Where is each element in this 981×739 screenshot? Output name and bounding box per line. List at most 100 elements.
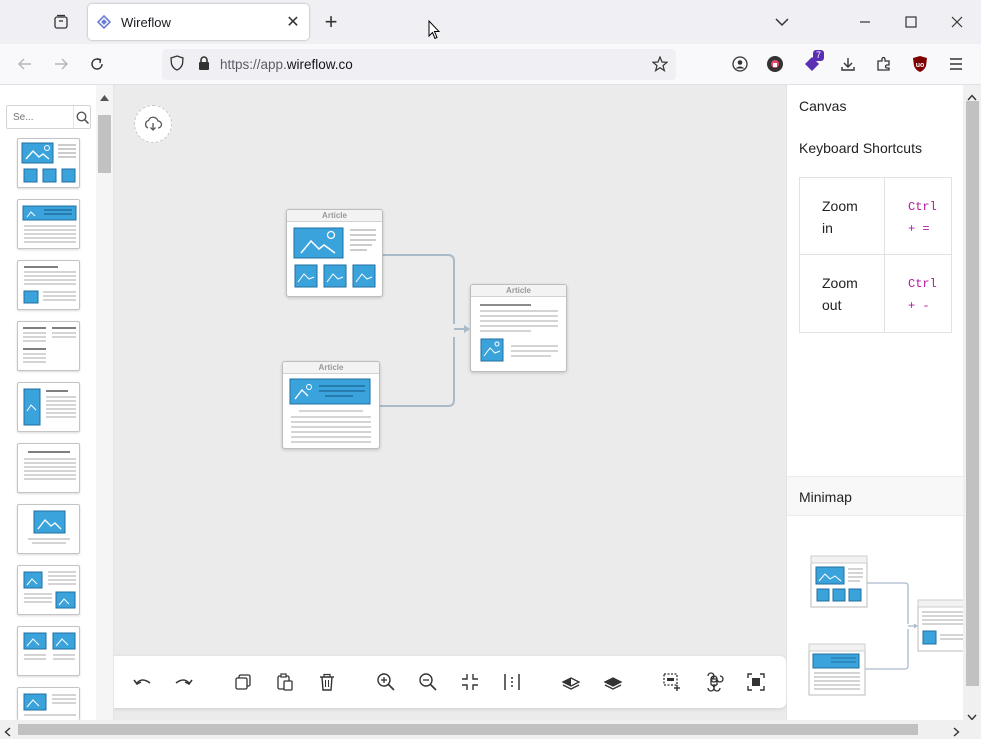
list-all-tabs-icon[interactable] xyxy=(766,6,798,38)
bookmark-star-icon[interactable] xyxy=(651,55,669,75)
undo-icon xyxy=(133,679,151,685)
maximize-icon[interactable] xyxy=(895,6,927,38)
shortcut-keys: Ctrl + - xyxy=(908,277,937,313)
close-window-icon[interactable] xyxy=(941,6,973,38)
node-preview xyxy=(480,304,558,362)
scroll-right-arrow-icon[interactable] xyxy=(953,725,960,739)
component-thumbnail[interactable] xyxy=(17,443,80,493)
node-title: Article xyxy=(283,362,379,374)
minimap-title: Minimap xyxy=(799,489,852,505)
component-thumbnail[interactable] xyxy=(17,565,80,615)
shortcuts-table: Zoom in Ctrl + = Zoom out Ctrl + - xyxy=(799,177,952,333)
delete-button[interactable] xyxy=(315,670,339,694)
back-icon[interactable] xyxy=(9,48,41,80)
keyboard-shortcuts-button[interactable] xyxy=(702,670,726,694)
component-thumbnail[interactable] xyxy=(17,138,80,188)
component-thumbnail[interactable] xyxy=(17,321,80,371)
ublock-origin-icon[interactable]: uo xyxy=(904,48,936,80)
node-title: Article xyxy=(287,210,382,222)
component-thumbnail[interactable] xyxy=(17,626,80,676)
redo-button[interactable] xyxy=(172,670,196,694)
flow-node-article[interactable]: Article xyxy=(286,209,383,297)
wireflow-favicon-icon xyxy=(96,14,112,30)
scroll-left-arrow-icon[interactable] xyxy=(4,725,11,739)
components-scrollbar[interactable] xyxy=(96,85,113,720)
page-vertical-scrollbar[interactable] xyxy=(963,85,981,721)
scroll-up-arrow-icon[interactable] xyxy=(100,89,109,104)
page-horizontal-scrollbar[interactable] xyxy=(0,720,981,739)
navigation-bar: https://app.wireflow.co 7 uo xyxy=(0,44,981,85)
page-horizontal-scroll-thumb[interactable] xyxy=(18,724,918,735)
url-bar[interactable]: https://app.wireflow.co xyxy=(162,49,676,80)
node-preview xyxy=(293,227,376,288)
shortcut-keys: Ctrl + = xyxy=(908,200,937,236)
zoom-in-icon xyxy=(377,673,395,691)
tab-list-icon[interactable] xyxy=(45,6,77,38)
zoom-out-button[interactable] xyxy=(416,670,440,694)
minimize-icon[interactable] xyxy=(849,6,881,38)
component-thumbnail[interactable] xyxy=(17,260,80,310)
fit-view-icon xyxy=(462,674,478,690)
shortcut-label: Zoom in xyxy=(822,198,858,236)
extension-diamond-icon[interactable]: 7 xyxy=(796,48,828,80)
new-tab-icon[interactable]: + xyxy=(315,6,347,38)
component-thumbnail[interactable] xyxy=(17,687,80,720)
reload-icon[interactable] xyxy=(81,48,113,80)
properties-panel: Canvas Keyboard Shortcuts Zoom in Ctrl + =… xyxy=(786,85,964,720)
password-manager-extension-icon[interactable] xyxy=(759,48,791,80)
component-search[interactable] xyxy=(6,105,91,129)
page-vertical-scroll-thumb[interactable] xyxy=(966,101,979,686)
url-text[interactable]: https://app.wireflow.co xyxy=(220,57,353,72)
keyboard-shortcuts-title: Keyboard Shortcuts xyxy=(799,140,922,156)
canvas-toolbar xyxy=(114,656,786,708)
tab-close-icon[interactable]: ✕ xyxy=(285,12,301,32)
browser-tab[interactable]: Wireflow ✕ xyxy=(88,4,309,40)
command-key-icon xyxy=(707,672,724,692)
send-backward-button[interactable] xyxy=(559,670,583,694)
tracking-protection-shield-icon[interactable] xyxy=(170,55,184,74)
canvas-area[interactable]: Article Article Article xyxy=(114,85,786,720)
flow-node-article[interactable]: Article xyxy=(470,284,567,372)
svg-text:uo: uo xyxy=(916,62,925,69)
minimap-header: Minimap xyxy=(787,476,964,516)
shortcut-row-zoom-out: Zoom out Ctrl + - xyxy=(800,255,951,332)
lock-icon[interactable] xyxy=(198,55,210,74)
component-thumbnail[interactable] xyxy=(17,199,80,249)
node-preview xyxy=(289,378,371,443)
components-scroll-thumb[interactable] xyxy=(98,115,111,173)
paste-icon xyxy=(277,673,293,691)
component-thumbnail[interactable] xyxy=(17,504,80,554)
fit-to-screen-button[interactable] xyxy=(458,670,482,694)
forward-icon[interactable] xyxy=(45,48,77,80)
tab-title: Wireflow xyxy=(121,14,171,30)
paste-button[interactable] xyxy=(273,670,297,694)
selection-icon xyxy=(747,673,765,691)
component-thumbnail[interactable] xyxy=(17,382,80,432)
zoom-in-button[interactable] xyxy=(374,670,398,694)
add-section-button[interactable] xyxy=(660,670,684,694)
search-icon[interactable] xyxy=(73,106,90,128)
extensions-puzzle-icon[interactable] xyxy=(868,48,900,80)
bring-forward-button[interactable] xyxy=(601,670,625,694)
undo-button[interactable] xyxy=(130,670,154,694)
extension-badge: 7 xyxy=(813,50,825,61)
component-search-input[interactable] xyxy=(13,111,73,123)
duplicate-button[interactable] xyxy=(231,670,255,694)
copy-icon xyxy=(235,674,251,690)
select-area-button[interactable] xyxy=(744,670,768,694)
flow-node-article[interactable]: Article xyxy=(282,361,380,449)
minimap-preview xyxy=(808,555,964,696)
flow-connectors xyxy=(380,254,470,407)
canvas-section-title: Canvas xyxy=(799,98,847,114)
minimap[interactable] xyxy=(787,516,964,720)
layers-front-icon xyxy=(603,677,623,690)
zoom-out-icon xyxy=(419,673,437,691)
components-panel xyxy=(0,85,114,720)
account-icon[interactable] xyxy=(724,48,756,80)
shortcut-label: Zoom out xyxy=(822,275,858,313)
node-title: Article xyxy=(471,285,566,297)
downloads-icon[interactable] xyxy=(832,48,864,80)
app-menu-icon[interactable] xyxy=(940,48,972,80)
align-center-button[interactable] xyxy=(500,670,524,694)
add-frame-icon xyxy=(663,673,680,691)
